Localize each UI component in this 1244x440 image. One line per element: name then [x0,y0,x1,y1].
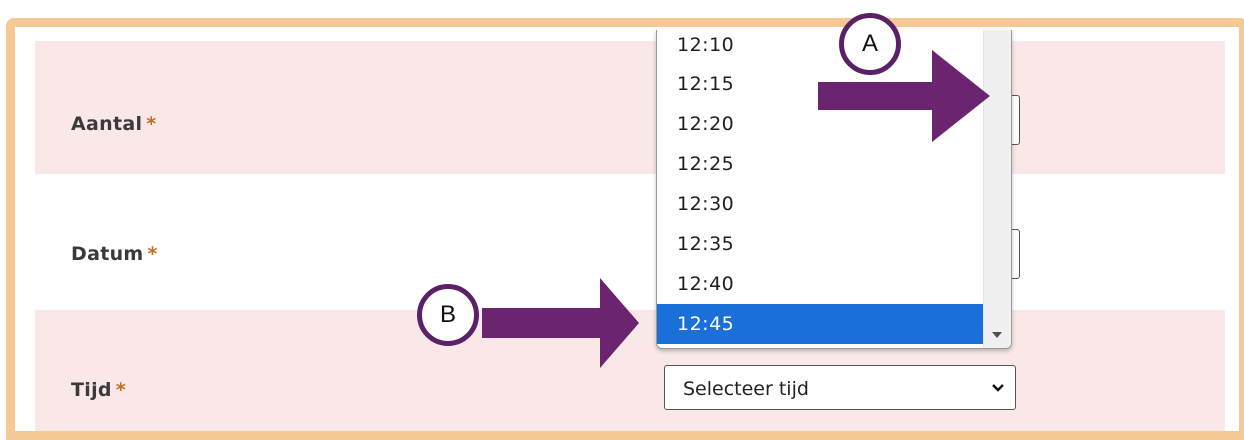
tijd-select-value: Selecteer tijd [683,378,809,400]
required-star: * [147,243,158,265]
scroll-down-arrow-icon[interactable] [992,332,1002,338]
datum-label-text: Datum [71,243,144,265]
tijd-option[interactable]: 12:35 [657,224,983,264]
tijd-label: Tijd * [71,379,126,401]
annotation-badge-b: B [417,284,479,346]
tijd-option[interactable]: 12:40 [657,264,983,304]
tijd-option[interactable]: 12:25 [657,144,983,184]
tijd-option[interactable]: 12:30 [657,184,983,224]
chevron-down-icon [992,384,1004,392]
tijd-option-selected[interactable]: 12:45 [657,304,983,344]
annotation-badge-a: A [839,13,901,75]
tijd-select[interactable]: Selecteer tijd [664,365,1016,410]
annotation-arrow-b [482,278,639,368]
aantal-label: Aantal * [71,113,157,135]
annotation-badge-a-text: A [861,30,878,57]
form-row-aantal: Aantal * [35,41,1225,174]
form-frame: Aantal * Datum * Tijd * Selecteer tijd [6,18,1244,440]
tijd-label-text: Tijd [71,379,112,401]
aantal-label-text: Aantal [71,113,143,135]
datum-label: Datum * [71,243,158,265]
required-star: * [146,113,157,135]
required-star: * [115,379,127,401]
annotation-badge-b-text: B [439,301,456,328]
annotation-arrow-a [818,50,990,142]
